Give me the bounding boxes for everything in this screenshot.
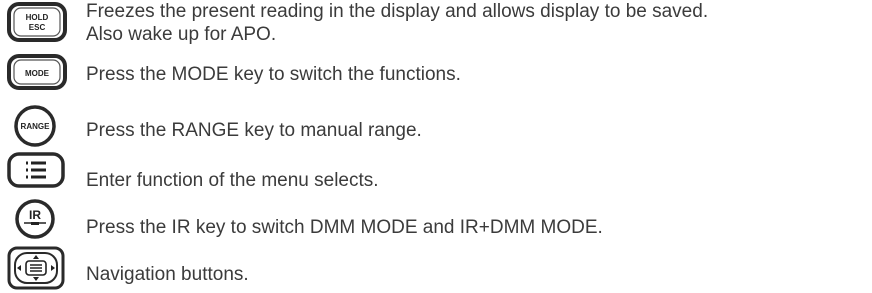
- ir-description: Press the IR key to switch DMM MODE and …: [86, 217, 603, 238]
- ir-key-label: IR: [29, 208, 41, 222]
- range-key-label: RANGE: [21, 122, 51, 131]
- navigation-description: Navigation buttons.: [86, 264, 249, 285]
- hold-esc-description-line1: Freezes the present reading in the displ…: [86, 1, 709, 22]
- mode-key-label: MODE: [25, 69, 50, 78]
- range-description: Press the RANGE key to manual range.: [86, 120, 422, 141]
- navigation-buttons-icon: [7, 246, 65, 290]
- esc-key-label: ESC: [29, 23, 46, 32]
- hold-esc-description-line2: Also wake up for APO.: [86, 24, 277, 45]
- hold-esc-key-icon: HOLD ESC: [7, 2, 67, 42]
- ir-key-icon: IR: [15, 199, 55, 239]
- mode-description: Press the MODE key to switch the functio…: [86, 64, 461, 85]
- menu-key-icon: [7, 152, 65, 188]
- menu-description: Enter function of the menu selects.: [86, 170, 379, 191]
- hold-key-label: HOLD: [26, 13, 49, 22]
- mode-key-icon: MODE: [7, 54, 67, 90]
- range-key-icon: RANGE: [14, 105, 56, 147]
